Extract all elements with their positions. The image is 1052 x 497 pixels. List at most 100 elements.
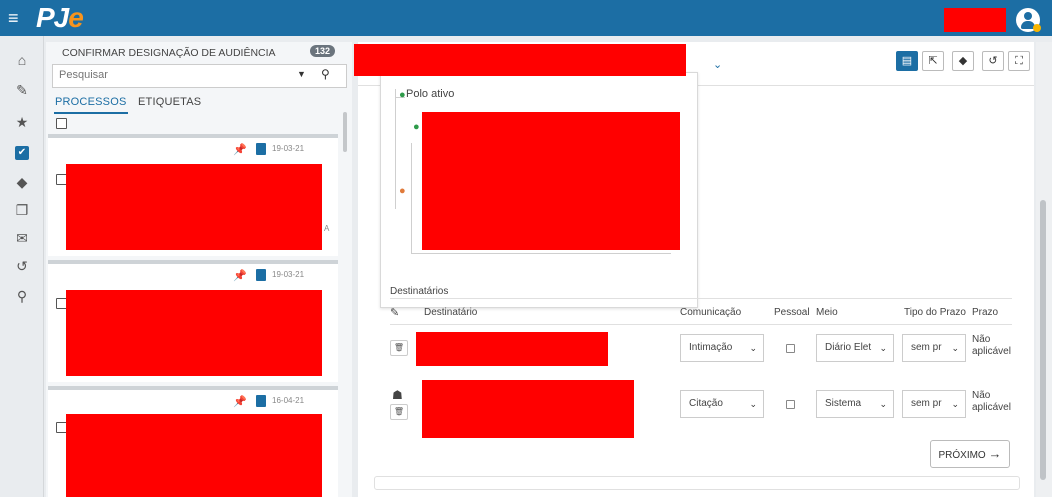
select-all-checkbox[interactable] — [56, 118, 67, 129]
fullscreen-button[interactable]: ⛶ — [1008, 51, 1030, 71]
chevron-down-icon: ⌄ — [879, 343, 887, 353]
comunicacao-select[interactable]: Intimação ⌄ — [680, 334, 764, 362]
pin-icon[interactable]: 📌 — [233, 269, 247, 282]
left-nav-rail: ⌂ ✎ ★ ✔ ◆ ❐ ✉ ↺ ⚲ — [0, 36, 44, 497]
card-date: 19-03-21 — [272, 144, 305, 153]
tab-processos[interactable]: PROCESSOS — [55, 96, 127, 108]
prazo-value-line1: Não — [972, 334, 991, 345]
copy-icon[interactable]: ❐ — [12, 200, 32, 220]
redacted-user-name — [944, 8, 1006, 32]
tipo-prazo-value: sem pr — [911, 342, 942, 353]
history-button[interactable]: ↺ — [982, 51, 1004, 71]
chevron-down-icon: ⌄ — [749, 399, 757, 409]
comunicacao-value: Citação — [689, 398, 723, 409]
book-icon[interactable] — [256, 143, 266, 155]
comunicacao-select[interactable]: Citação ⌄ — [680, 390, 764, 418]
section-title: Destinatários — [390, 286, 449, 297]
pin-icon[interactable]: 📌 — [233, 395, 247, 408]
status-dot — [1033, 24, 1041, 32]
chevron-down-icon: ⌄ — [879, 399, 887, 409]
person-icon-passive: ● — [399, 185, 406, 197]
logo-text: PJ — [36, 2, 69, 33]
col-meio: Meio — [816, 307, 838, 318]
menu-icon[interactable]: ≡ — [8, 8, 28, 28]
search-icon[interactable]: ⚲ — [321, 67, 330, 81]
home-icon[interactable]: ⌂ — [12, 50, 32, 70]
col-comunicacao: Comunicação — [680, 307, 742, 318]
star-icon[interactable]: ★ — [12, 112, 32, 132]
person-icon-active: ● — [399, 89, 406, 101]
meio-select[interactable]: Diário Elet ⌄ — [816, 334, 894, 362]
tree-line — [395, 89, 396, 209]
next-button-label: PRÓXIMO — [938, 450, 986, 461]
redacted-process-info — [66, 414, 322, 497]
pessoal-checkbox[interactable] — [786, 400, 795, 409]
person-icon-active: ● — [413, 121, 420, 133]
chevron-down-icon: ⌄ — [749, 343, 757, 353]
chevron-down-icon[interactable]: ⌄ — [713, 58, 722, 71]
redacted-process-info — [66, 290, 322, 376]
redacted-parties — [422, 112, 680, 250]
col-pessoal: Pessoal — [774, 307, 810, 318]
document-button[interactable]: ▤ — [896, 51, 918, 71]
card-edge-text: A — [324, 224, 330, 233]
checkbox-icon[interactable]: ✔ — [15, 146, 29, 160]
chevron-down-icon[interactable]: ▼ — [297, 69, 306, 79]
tree-line — [411, 253, 671, 254]
bottom-bar — [374, 476, 1020, 490]
tab-underline — [54, 112, 128, 114]
delete-button[interactable]: 🗑 — [390, 340, 408, 356]
pin-icon[interactable]: 📌 — [233, 143, 247, 156]
tags-icon[interactable]: ◆ — [12, 172, 32, 192]
table-separator — [390, 298, 1012, 299]
top-bar: ≡ PJe — [0, 0, 1052, 36]
prazo-value-line2: aplicável — [972, 346, 1011, 357]
tipo-prazo-select[interactable]: sem pr ⌄ — [902, 334, 966, 362]
export-button[interactable]: ⇱ — [922, 51, 944, 71]
search-icon[interactable]: ⚲ — [12, 286, 32, 306]
avatar-head — [1024, 12, 1032, 20]
tag-button[interactable]: ◆ — [952, 51, 974, 71]
redacted-process-header — [354, 44, 686, 76]
col-destinatario: Destinatário — [424, 307, 478, 318]
card-date: 19-03-21 — [272, 270, 305, 279]
next-button[interactable]: PRÓXIMO → — [930, 440, 1010, 468]
panel-scrollbar[interactable] — [343, 112, 347, 152]
book-icon[interactable] — [256, 269, 266, 281]
pencil-icon[interactable]: ✎ — [12, 80, 32, 100]
book-icon[interactable] — [256, 395, 266, 407]
group-icon: ☗ — [392, 388, 403, 402]
redacted-process-info — [66, 164, 322, 250]
search-box: ▼ ⚲ — [52, 64, 347, 88]
col-tipo-prazo: Tipo do Prazo — [904, 307, 966, 318]
prazo-value-line2: aplicável — [972, 402, 1011, 413]
pje-logo[interactable]: PJe — [36, 2, 84, 34]
panel-title: CONFIRMAR DESIGNAÇÃO DE AUDIÊNCIA — [62, 47, 276, 59]
history-icon[interactable]: ↺ — [12, 256, 32, 276]
count-badge: 132 — [310, 45, 336, 57]
table-separator — [390, 324, 1012, 325]
main-scrollbar[interactable] — [1040, 200, 1046, 480]
search-input[interactable] — [59, 69, 279, 81]
delete-button[interactable]: 🗑 — [390, 404, 408, 420]
arrow-right-icon: → — [988, 446, 1002, 461]
card-date: 16-04-21 — [272, 396, 305, 405]
comunicacao-value: Intimação — [689, 342, 733, 353]
redacted-recipient-name — [422, 380, 634, 438]
tipo-prazo-select[interactable]: sem pr ⌄ — [902, 390, 966, 418]
envelope-icon[interactable]: ✉ — [12, 228, 32, 248]
meio-select[interactable]: Sistema ⌄ — [816, 390, 894, 418]
edit-icon[interactable]: ✎ — [390, 306, 399, 319]
meio-value: Sistema — [825, 398, 862, 409]
tab-etiquetas[interactable]: ETIQUETAS — [138, 96, 201, 108]
prazo-value-line1: Não — [972, 390, 991, 401]
user-avatar[interactable] — [1016, 8, 1041, 32]
col-prazo: Prazo — [972, 307, 999, 318]
meio-value: Diário Elet — [825, 342, 872, 353]
redacted-recipient-name — [416, 332, 608, 366]
chevron-down-icon: ⌄ — [951, 343, 959, 353]
pessoal-checkbox[interactable] — [786, 344, 795, 353]
chevron-down-icon: ⌄ — [951, 399, 959, 409]
polo-ativo-label[interactable]: Polo ativo — [406, 88, 454, 100]
tipo-prazo-value: sem pr — [911, 398, 942, 409]
